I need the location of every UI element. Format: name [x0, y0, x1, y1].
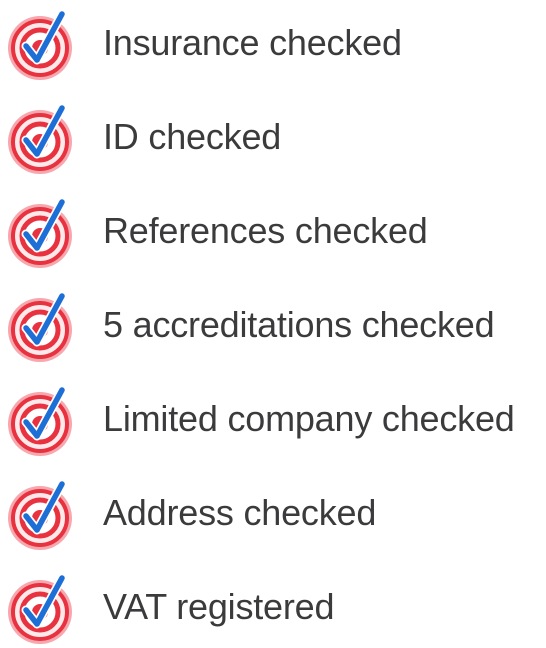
check-item-id: ID checked	[0, 98, 546, 178]
check-item-label: Address checked	[103, 492, 377, 533]
check-badge-icon	[4, 6, 80, 82]
check-item-accreditations: 5 accreditations checked	[0, 286, 546, 366]
check-item-insurance: Insurance checked	[0, 4, 546, 84]
check-item-vat: VAT registered	[0, 568, 546, 648]
check-badge-icon	[4, 194, 80, 270]
verification-check-list: Insurance checked ID checked References …	[0, 0, 546, 644]
check-item-references: References checked	[0, 192, 546, 272]
check-item-label: Limited company checked	[103, 398, 515, 439]
check-badge-icon	[4, 476, 80, 552]
check-item-label: VAT registered	[103, 586, 335, 627]
check-item-limited-company: Limited company checked	[0, 380, 546, 460]
check-badge-icon	[4, 570, 80, 646]
check-item-address: Address checked	[0, 474, 546, 554]
check-item-label: ID checked	[103, 116, 282, 157]
check-badge-icon	[4, 382, 80, 458]
check-badge-icon	[4, 288, 80, 364]
check-item-label: Insurance checked	[103, 22, 402, 63]
check-item-label: 5 accreditations checked	[103, 304, 495, 345]
check-item-label: References checked	[103, 210, 428, 251]
check-badge-icon	[4, 100, 80, 176]
